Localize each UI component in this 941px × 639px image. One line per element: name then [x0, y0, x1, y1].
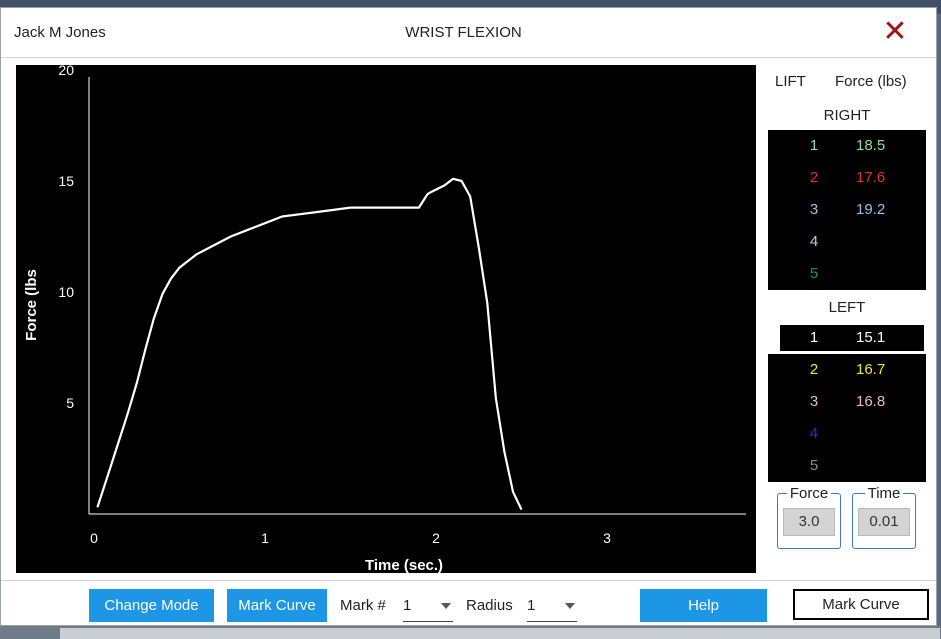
lift-number: 3 [809, 393, 819, 410]
mark-curve-button[interactable]: Mark Curve [227, 589, 327, 622]
lift-number: 1 [809, 137, 819, 154]
dialog-footer: Change Mode Mark Curve Mark # 1 Radius 1… [1, 580, 936, 628]
lift-number: 4 [809, 233, 819, 250]
force-readout-box: Force 3.0 [777, 485, 841, 549]
y-tick-label: 5 [66, 395, 74, 411]
lift-number: 5 [809, 457, 819, 474]
force-column-header: Force (lbs) [835, 73, 907, 90]
help-button[interactable]: Help [640, 589, 767, 622]
lift-force-value: 18.5 [856, 137, 886, 154]
close-icon[interactable]: ✕ [881, 17, 909, 47]
force-readout-value: 3.0 [783, 508, 835, 536]
lift-force-value: 15.1 [856, 329, 886, 346]
left-lifts-table: 1 15.1 2 16.7 3 16.8 4 5 [768, 322, 926, 482]
right-lift-row[interactable]: 2 17.6 [768, 162, 926, 194]
wrist-flexion-dialog: Jack M Jones WRIST FLEXION ✕ 20 15 10 5 0 1 2 3… [0, 7, 937, 626]
background-taskbar [60, 628, 940, 639]
lift-number: 4 [809, 425, 819, 442]
y-tick-label: 20 [58, 65, 74, 78]
selected-row-highlight [780, 325, 924, 351]
lift-number: 5 [809, 265, 819, 282]
y-tick-label: 15 [58, 173, 74, 189]
patient-name: Jack M Jones [14, 24, 106, 41]
right-lift-row[interactable]: 5 [768, 258, 926, 290]
lift-number: 2 [809, 361, 819, 378]
lift-force-value: 16.8 [856, 393, 886, 410]
lift-force-value: 19.2 [856, 201, 886, 218]
x-tick-label: 3 [603, 530, 611, 546]
x-tick-label: 1 [261, 530, 269, 546]
lift-force-value: 16.7 [856, 361, 886, 378]
left-lift-row[interactable]: 4 [768, 418, 926, 450]
mark-number-select[interactable]: 1 [403, 595, 453, 622]
x-axis-label: Time (sec.) [365, 557, 443, 573]
left-lift-row[interactable]: 5 [768, 450, 926, 482]
chart-canvas: 20 15 10 5 0 1 2 3 Time (sec.) Force (lbs [23, 65, 746, 573]
x-tick-label: 2 [432, 530, 440, 546]
left-section-label: LEFT [828, 299, 866, 316]
left-lift-row[interactable]: 2 16.7 [768, 354, 926, 386]
lift-force-value: 17.6 [856, 169, 886, 186]
right-lifts-table: 1 18.5 2 17.6 3 19.2 4 5 [768, 130, 926, 290]
force-readout-label: Force [786, 485, 832, 502]
lift-column-header: LIFT [775, 73, 806, 90]
left-lift-row[interactable]: 1 15.1 [768, 322, 926, 354]
time-readout-value: 0.01 [858, 508, 910, 536]
right-lift-row[interactable]: 4 [768, 226, 926, 258]
chevron-down-icon [441, 603, 451, 609]
time-readout-box: Time 0.01 [852, 485, 916, 549]
change-mode-button[interactable]: Change Mode [89, 589, 214, 622]
mark-curve-outline-button[interactable]: Mark Curve [793, 589, 929, 620]
y-tick-label: 10 [58, 284, 74, 300]
lift-number: 3 [809, 201, 819, 218]
time-readout-label: Time [864, 485, 904, 502]
left-lift-row[interactable]: 3 16.8 [768, 386, 926, 418]
right-section-label: RIGHT [823, 107, 871, 124]
dialog-header: Jack M Jones WRIST FLEXION ✕ [1, 8, 936, 58]
radius-label: Radius [466, 597, 513, 614]
right-lift-row[interactable]: 1 18.5 [768, 130, 926, 162]
test-title: WRIST FLEXION [405, 24, 522, 41]
force-time-chart: 20 15 10 5 0 1 2 3 Time (sec.) Force (lbs [16, 65, 756, 573]
mark-number-label: Mark # [340, 597, 386, 614]
x-tick-label: 0 [90, 530, 98, 546]
force-curve-line [96, 177, 523, 511]
radius-select[interactable]: 1 [527, 595, 577, 622]
lift-number: 2 [809, 169, 819, 186]
lift-number: 1 [809, 329, 819, 346]
radius-value: 1 [527, 597, 536, 614]
mark-number-value: 1 [403, 597, 412, 614]
right-lift-row[interactable]: 3 19.2 [768, 194, 926, 226]
y-axis-label: Force (lbs [23, 269, 40, 341]
chevron-down-icon [565, 603, 575, 609]
